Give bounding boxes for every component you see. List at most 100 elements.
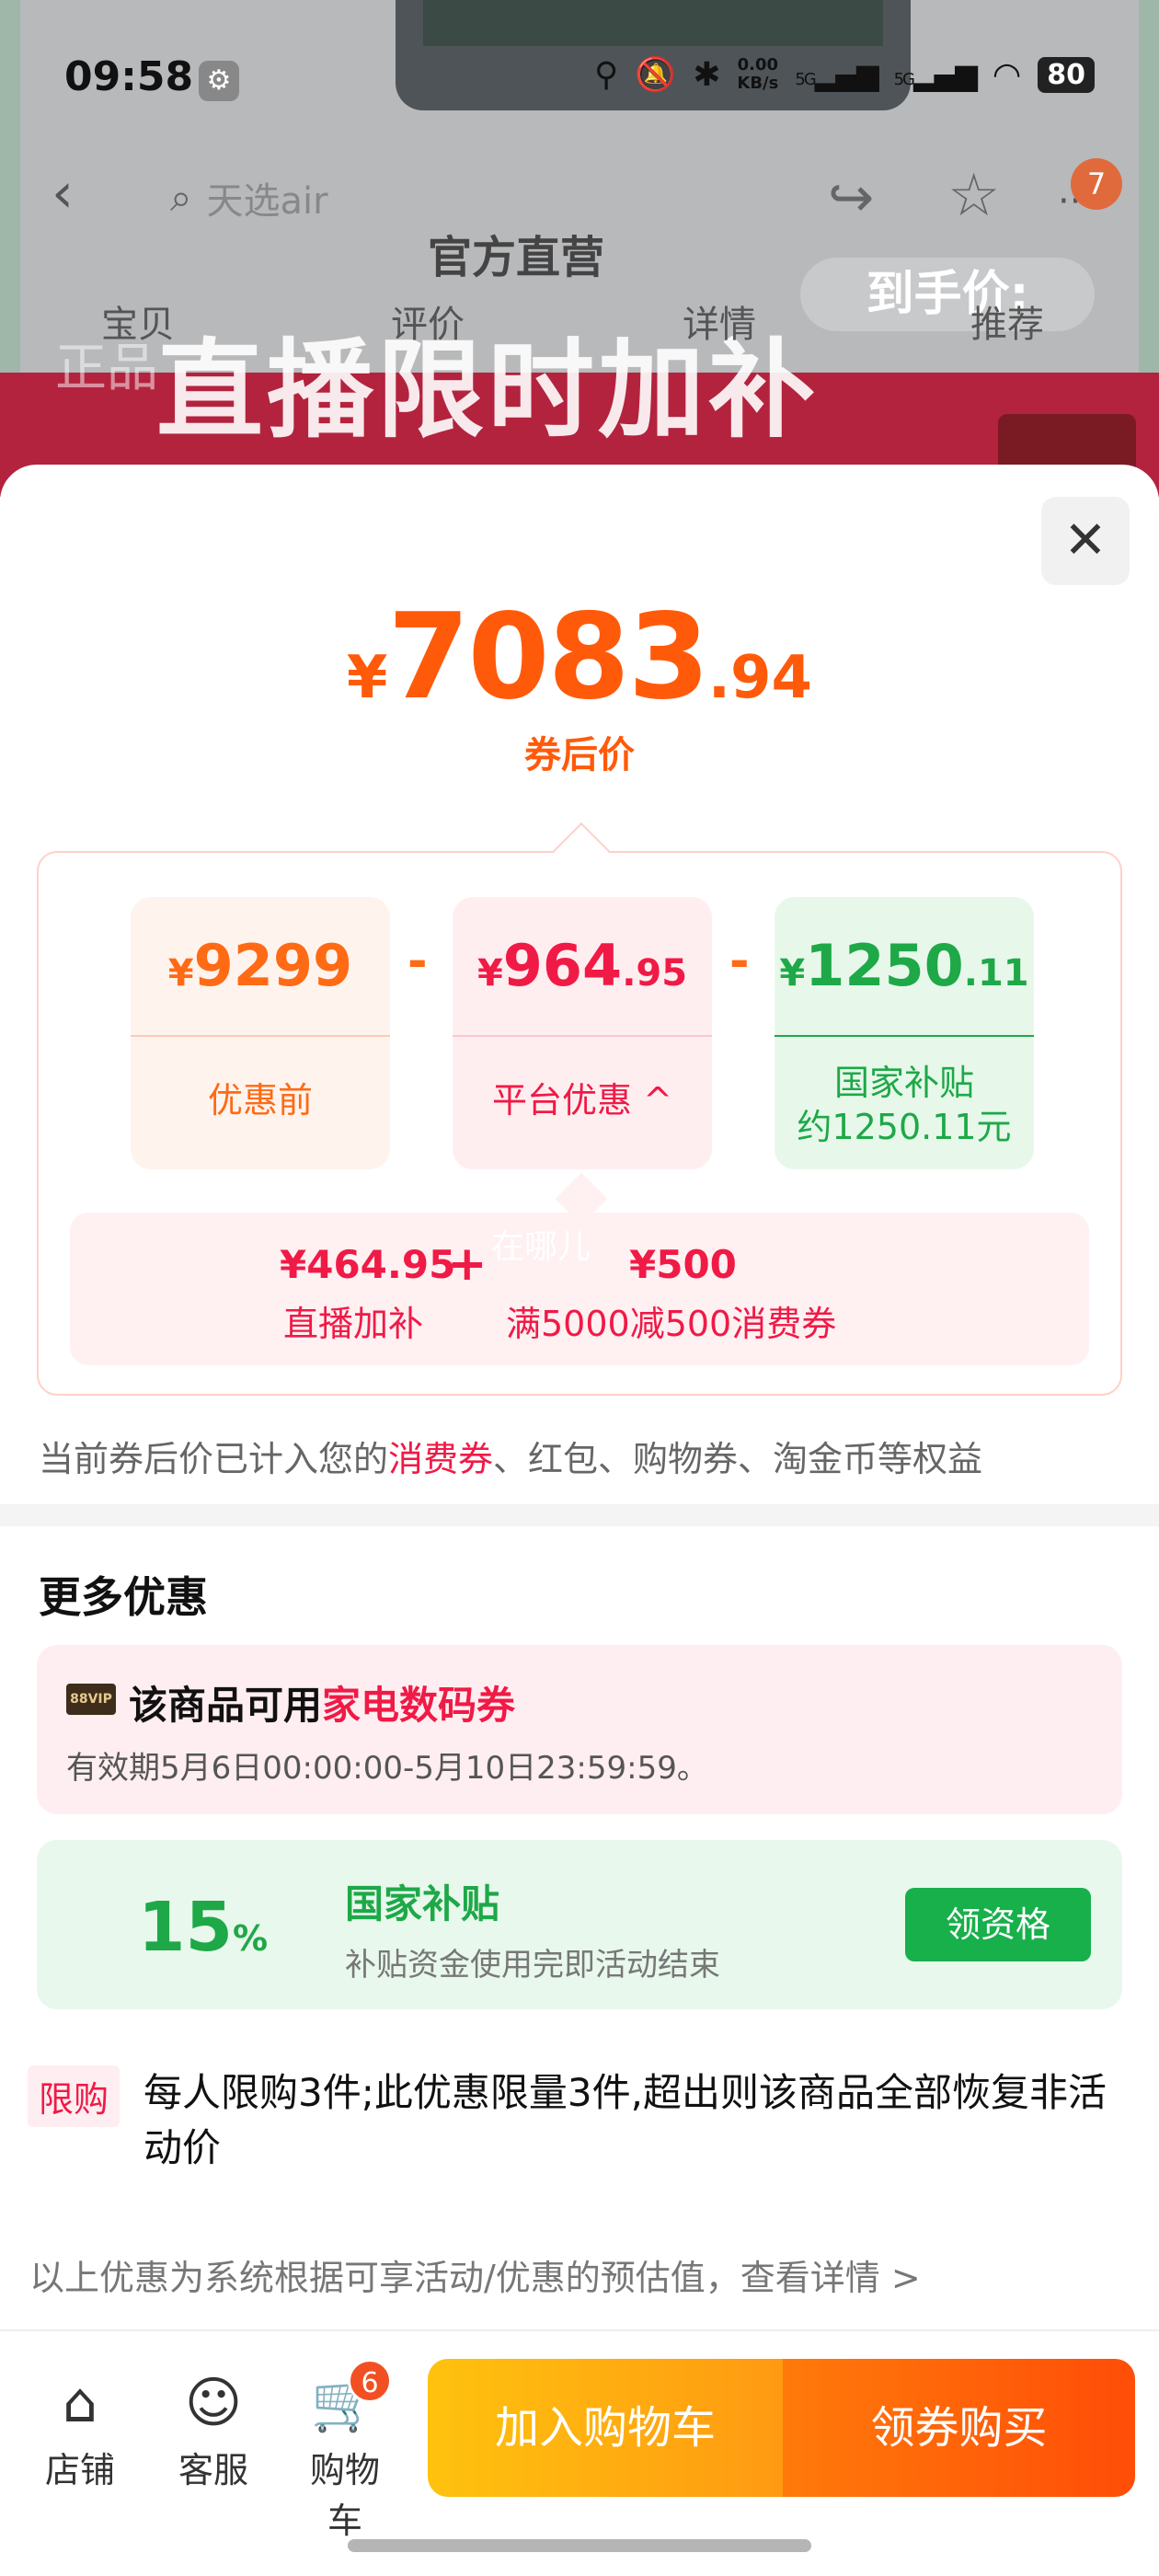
tab-recommend[interactable]: 推荐 [970, 294, 1044, 348]
location-icon: ⚲ [594, 55, 619, 94]
subsidy-percent-number: 15 [138, 1888, 233, 1967]
bluetooth-icon: ✱ [693, 55, 721, 94]
signal-1-label: 5G [795, 70, 816, 89]
subsidy-label: 国家补贴 约1250.11元 [775, 1061, 1034, 1149]
price-integer: 7083 [387, 589, 709, 726]
signal-1-icon: 5G▂▄▆ [795, 57, 878, 92]
coupon-title-pre: 该商品可用 [129, 1683, 323, 1728]
price-currency: ¥ [346, 644, 388, 712]
search-icon: ⌕ [170, 175, 192, 220]
minus-sign: - [407, 934, 428, 989]
final-price: ¥7083.94 [0, 589, 1159, 726]
signal-2-label: 5G [893, 70, 915, 89]
platform-discount-label-text: 平台优惠 [492, 1080, 633, 1121]
coupon-title-highlight: 家电数码券 [322, 1683, 516, 1728]
status-icons: ⚲ 🔕 ✱ 0.00 KB/s 5G▂▄▆ 5G▂▄▆ ◠ 80 [594, 55, 1095, 94]
rights-note-highlight[interactable]: 消费券 [388, 1439, 493, 1479]
vip-badge: 88VIP [66, 1684, 116, 1715]
favorite-button[interactable]: ☆ [947, 162, 1000, 230]
claim-qualification-button[interactable]: 领资格 [905, 1888, 1091, 1961]
live-subsidy-label: 直播加补 [283, 1304, 424, 1344]
subsidy-offer-subtitle: 补贴资金使用完即活动结束 [345, 1947, 720, 1984]
search-bar[interactable]: ⌕ 天选air [170, 175, 648, 223]
price-decimal: .94 [707, 644, 813, 712]
cart-badge: 6 [348, 2359, 392, 2403]
shop-icon: ⌂ [62, 2371, 98, 2435]
subsidy-label-line2: 约1250.11元 [797, 1107, 1012, 1147]
original-price-value: ¥9299 [131, 932, 390, 999]
rights-note-post: 、红包、购物券、淘金币等权益 [493, 1439, 983, 1479]
net-speed: 0.00 KB/s [737, 56, 778, 93]
back-button[interactable]: ‹ [52, 166, 74, 221]
tab-details[interactable]: 详情 [683, 294, 756, 348]
subsidy-percent: 15% [138, 1888, 268, 1967]
settings-indicator-icon: ⚙ [199, 61, 239, 101]
close-icon: ✕ [1063, 511, 1107, 570]
net-speed-unit: KB/s [737, 74, 779, 93]
wifi-icon: ◠ [992, 55, 1022, 94]
more-offers-title: 更多优惠 [39, 1572, 208, 1622]
subsidy-value: ¥1250.11 [775, 932, 1034, 999]
chevron-up-icon: ^ [643, 1080, 672, 1121]
home-indicator [348, 2539, 811, 2552]
mute-bell-icon: 🔕 [635, 56, 677, 94]
close-button[interactable]: ✕ [1041, 497, 1130, 585]
view-details-link[interactable]: 以上优惠为系统根据可享活动/优惠的预估值，查看详情 > [29, 2249, 921, 2300]
platform-discount-detail: ¥464.95 直播加补 + 在哪儿 ¥500 满5000减500消费券 [70, 1213, 1089, 1365]
customer-service-button[interactable]: ☺ 客服 [163, 2368, 264, 2492]
platform-discount-integer: 964 [502, 932, 623, 999]
purchase-limit-tag: 限购 [28, 2065, 120, 2127]
currency: ¥ [779, 952, 806, 995]
service-icon: ☺ [184, 2371, 243, 2435]
subsidy-label-line1: 国家补贴 [833, 1063, 974, 1103]
net-speed-value: 0.00 [737, 55, 779, 75]
tab-reviews[interactable]: 评价 [391, 294, 465, 348]
share-button[interactable]: ↪ [828, 166, 874, 230]
coupon-title: 该商品可用家电数码券 [129, 1674, 515, 1731]
rights-note-pre: 当前券后价已计入您的 [39, 1439, 389, 1479]
tab-item[interactable]: 宝贝 [101, 294, 175, 348]
platform-discount-label: 平台优惠 ^ [453, 1072, 712, 1122]
coupon-amount: ¥500 [629, 1242, 737, 1287]
subsidy-percent-sign: % [232, 1918, 269, 1959]
currency: ¥ [476, 952, 503, 995]
purchase-limit-text: 每人限购3件;此优惠限量3件,超出则该商品全部恢复非活动价 [143, 2070, 1107, 2170]
buy-with-coupon-button[interactable]: 领券购买 [783, 2359, 1135, 2497]
subsidy-offer-title: 国家补贴 [345, 1881, 500, 1926]
divider [131, 1035, 390, 1037]
original-price-label: 优惠前 [207, 1080, 313, 1121]
subsidy-decimal: .11 [963, 952, 1029, 995]
original-price-integer: 9299 [193, 932, 353, 999]
signal-2-icon: 5G▂▄▆ [893, 57, 978, 92]
shop-button[interactable]: ⌂ 店铺 [29, 2368, 131, 2492]
currency: ¥ [167, 952, 194, 995]
search-placeholder: 天选air [206, 180, 328, 223]
cart-label: 购物车 [309, 2450, 380, 2541]
national-subsidy-card: ¥1250.11 国家补贴 约1250.11元 [775, 897, 1034, 1169]
platform-discount-card[interactable]: ¥964.95 平台优惠 ^ [453, 897, 712, 1169]
section-separator [0, 1504, 1159, 1526]
national-subsidy-offer: 15% 国家补贴 补贴资金使用完即活动结束 领资格 [37, 1840, 1122, 2009]
message-badge: 7 [1071, 158, 1122, 210]
status-bar: 09:58 ⚙ ⚲ 🔕 ✱ 0.00 KB/s 5G▂▄▆ 5G▂▄▆ ◠ 80 [0, 0, 1159, 156]
battery-indicator: 80 [1038, 56, 1095, 93]
where-label: 在哪儿 [491, 1228, 591, 1266]
platform-discount-decimal: .95 [622, 952, 688, 995]
coupon-validity: 有效期5月6日00:00:00-5月10日23:59:59。 [66, 1750, 708, 1787]
shop-label: 店铺 [44, 2450, 115, 2490]
official-label: 官方直营 [428, 232, 605, 283]
original-price-card: ¥9299 优惠前 [131, 897, 390, 1169]
plus-sign: + [447, 1236, 488, 1292]
divider [453, 1035, 712, 1037]
minus-sign: - [729, 934, 750, 989]
add-to-cart-button[interactable]: 加入购物车 [428, 2359, 783, 2497]
live-subsidy-amount: ¥464.95 [280, 1242, 456, 1287]
appliance-coupon-card[interactable]: 88VIP 该商品可用家电数码券 有效期5月6日00:00:00-5月10日23… [37, 1645, 1122, 1814]
divider [775, 1035, 1034, 1037]
platform-discount-value: ¥964.95 [453, 932, 712, 999]
price-label: 券后价 [524, 734, 635, 776]
product-tabs: 宝贝 评价 详情 推荐 [0, 294, 1159, 350]
service-label: 客服 [178, 2450, 248, 2490]
status-time: 09:58 [64, 53, 194, 100]
rights-note: 当前券后价已计入您的消费券、红包、购物券、淘金币等权益 [39, 1431, 982, 1481]
